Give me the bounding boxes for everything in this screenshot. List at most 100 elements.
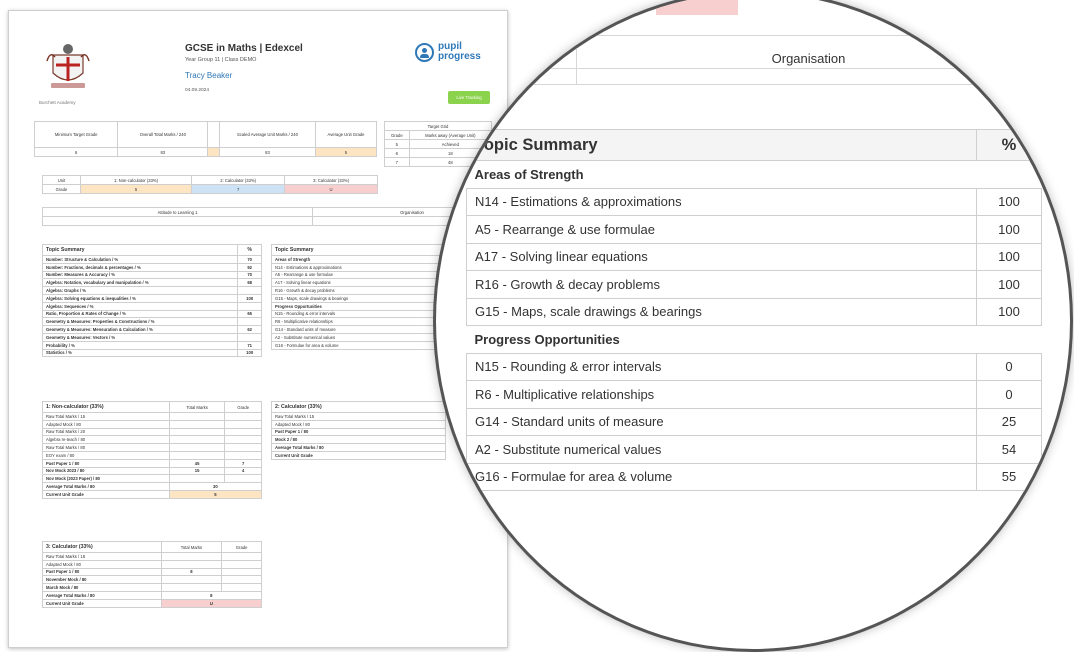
average-value: 8 [160, 590, 263, 600]
strength-row: N14 - Estimations & approximations [271, 262, 446, 272]
topic-row: Probability / % [41, 340, 239, 350]
zoom-topic-summary: Topic Summary% Areas of Strength N14 - E… [466, 129, 1042, 491]
summary-value: 83 [219, 147, 316, 157]
assessment-row: Raw Total Marks / 15 [271, 412, 446, 421]
unit-grade-label: Current Unit Grade [42, 489, 170, 499]
unit-grade-label: Current Unit Grade [42, 598, 162, 608]
topic-row: Algebra: Notation, vocabulary and manipu… [41, 278, 239, 288]
average-label: Average Total Marks / 80 [42, 590, 162, 600]
pct-header: % [237, 244, 262, 256]
topic-row: Algebra: Solving equations & inequalitie… [41, 293, 239, 303]
summary-header: Minimum Target Grade [33, 121, 119, 148]
zoom-topic-title: Topic Summary [466, 129, 977, 161]
topic-pct: 71 [237, 340, 262, 350]
assessment-row: Raw Total Marks / 15 [42, 412, 170, 421]
summary-value: 6 [33, 147, 119, 157]
topic-row: Geometry & Measures: Vectors / % [41, 332, 239, 342]
progress-row: N15 - Rounding & error intervals [271, 309, 446, 319]
topic-pct: 100 [237, 293, 262, 303]
average-label: Average Total Marks / 80 [42, 482, 170, 491]
assessment-row: Raw Total Marks / 80 [42, 443, 170, 452]
academy-name: Burchett Academy [39, 100, 76, 105]
strength-row: R16 - Growth & decay problems [271, 286, 446, 295]
strength-row: A17 - Solving linear equations [271, 278, 446, 288]
grid-cell: 5 [384, 139, 410, 149]
zoom-pct-cell: 100 [976, 297, 1042, 326]
zoom-pct-cell: 100 [976, 215, 1042, 244]
zoom-pct-cell: 55 [976, 462, 1042, 491]
assessment-row: Adapted Mock / 80 [42, 559, 162, 569]
topic-summary-right: Topic Summary Areas of Strength N14 - Es… [271, 244, 446, 350]
unit-grade-table: Unit 1: Non-calculator (33%) 2: Calculat… [42, 175, 378, 194]
zoom-pct-cell: 0 [976, 352, 1042, 381]
average-label: Average Total Marks / 80 [271, 443, 446, 452]
unit-grade-label: Current Unit Grade [271, 450, 446, 460]
topic-row: Statistics / % [41, 348, 239, 358]
topic-summary-title: Topic Summary [271, 244, 446, 256]
marks-cell: 45 [168, 458, 226, 468]
unit-grade: U [284, 184, 378, 194]
year-class: Year Group 11 | Class DEMO [185, 57, 257, 63]
topic-pct: 70 [237, 270, 262, 280]
unit-header: 1: Non-calculator (33%) [79, 175, 193, 185]
unit2-table: 2: Calculator (33%) Raw Total Marks / 15… [271, 401, 446, 460]
student-name: Tracy Beaker [185, 71, 233, 80]
assessment-row: Past Paper 1 / 80 [42, 567, 162, 577]
topic-pct: 100 [237, 348, 262, 358]
topic-pct: 65 [237, 309, 262, 319]
average-value: 30 [168, 482, 263, 491]
pupil-icon [415, 42, 434, 62]
assessment-row: Past Paper 1 / 80 [271, 427, 446, 437]
topic-pct: 68 [237, 278, 262, 288]
unit-header: 3: Calculator (33%) [284, 175, 378, 185]
topic-row: Number: Fractions, decimals & percentage… [41, 262, 239, 272]
summary-header: Average Unit Grade [314, 121, 378, 148]
total-marks-header: Total Marks [160, 541, 223, 553]
topic-pct [237, 332, 262, 342]
marks-cell: 15 [168, 466, 226, 476]
unit-grade: 5 [79, 184, 193, 194]
total-marks-header: Total Marks [168, 401, 226, 413]
topic-pct: 92 [237, 262, 262, 272]
zoom-progress-row: G16 - Formulae for area & volume [466, 462, 977, 491]
topic-pct: 70 [237, 255, 262, 264]
assessment-row: Nov Mock (2023 Paper) / 80 [42, 474, 170, 484]
zoom-strength-row: R16 - Growth & decay problems [466, 270, 977, 299]
summary-header: Scaled Average Unit Marks / 240 [219, 121, 316, 148]
topic-row: Algebra: Sequences / % [41, 301, 239, 311]
topic-row: Ratio, Proportion & Rates of Change / % [41, 309, 239, 319]
course-title: GCSE in Maths | Edexcel [185, 43, 303, 54]
zoom-progress-heading: Progress Opportunities [466, 325, 1042, 354]
unit-header: Unit [42, 175, 81, 185]
grade-header: Grade [221, 541, 262, 553]
summary-value: 5 [314, 147, 378, 157]
pink-cell-fragment [656, 0, 738, 15]
assessment-row: March Mock / 80 [42, 583, 162, 592]
unit-grade: 7 [191, 184, 286, 194]
strength-heading: Areas of Strength [271, 255, 446, 264]
zoom-strength-row: N14 - Estimations & approximations [466, 187, 977, 216]
unit2-title: 2: Calculator (33%) [271, 401, 446, 413]
report-date: 04.09.2024 [185, 88, 210, 93]
assessment-row: Raw Total Marks / 18 [42, 552, 162, 561]
summary-value: 83 [117, 147, 209, 157]
assessment-row: Algebra re-teach / 80 [42, 435, 170, 445]
zoom-strength-row: A5 - Rearrange & use formulae [466, 215, 977, 244]
topic-row: Geometry & Measures: Properties & Constr… [41, 317, 239, 327]
grade-cell: 4 [224, 466, 262, 476]
academy-crest-icon [46, 44, 90, 88]
zoom-progress-row: A2 - Substitute numerical values [466, 435, 977, 464]
topic-pct [237, 286, 262, 295]
zoom-strength-row: G15 - Maps, scale drawings & bearings [466, 297, 977, 326]
grid-header: Grade [384, 130, 410, 140]
progress-row: R6 - Multiplicative relationships [271, 317, 446, 327]
unit-grade-value: 5 [168, 489, 263, 499]
topic-pct: 62 [237, 325, 262, 334]
zoom-pct-cell: 0 [976, 380, 1042, 409]
progress-row: G16 - Formulae for area & volume [271, 340, 446, 350]
unit-grade-value: U [160, 598, 263, 608]
assessment-row: Nov Mock 2023 / 80 [42, 466, 170, 476]
assessment-row: Mock 2 / 80 [271, 435, 446, 445]
assessment-row: November Mock / 80 [42, 575, 162, 585]
scaled-table: Scaled Average Unit Marks / 240 Average … [219, 121, 378, 157]
